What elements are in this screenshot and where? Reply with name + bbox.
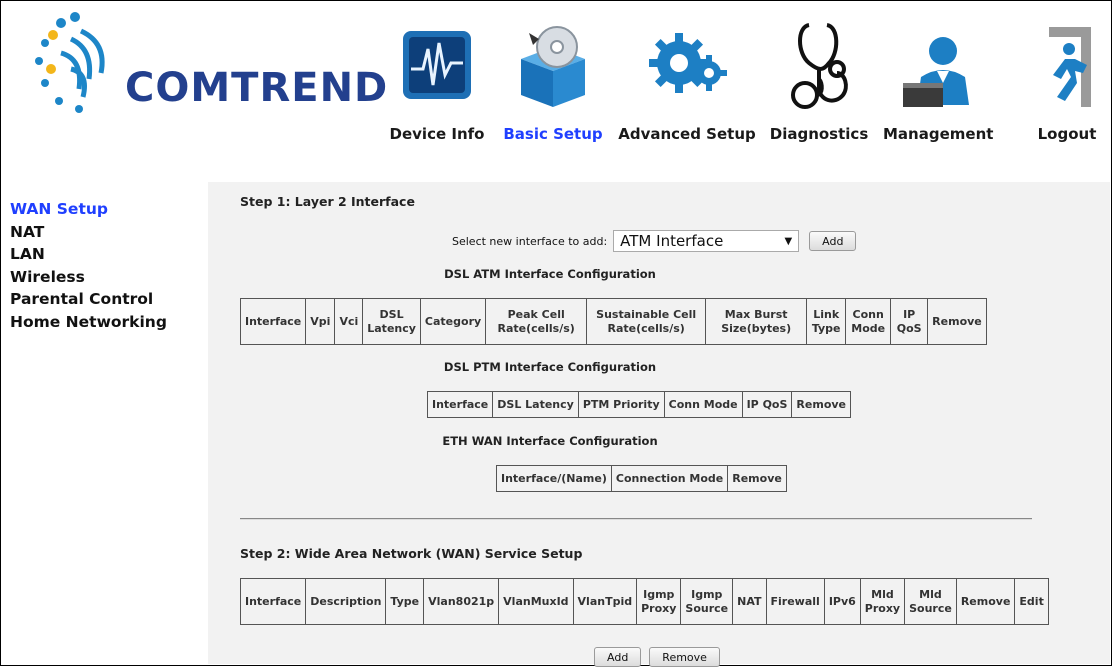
column-header: IP QoS <box>741 391 793 418</box>
nav-basic-setup[interactable]: Basic Setup <box>497 1 609 171</box>
advanced-setup-icon <box>647 13 727 113</box>
sidebar-item-nat[interactable]: NAT <box>10 221 205 244</box>
column-header: Vpi <box>305 298 336 345</box>
chevron-down-icon: ▼ <box>784 235 793 247</box>
column-header: Edit <box>1014 578 1049 625</box>
section-divider <box>240 518 1032 520</box>
sidebar-item-wireless[interactable]: Wireless <box>10 266 205 289</box>
header: COMTREND Device Info Basic Setup Advance… <box>1 1 1111 175</box>
column-header: Interface/(Name) <box>496 465 612 492</box>
nav-diagnostics[interactable]: Diagnostics <box>765 1 873 171</box>
nav-label: Basic Setup <box>503 125 603 143</box>
nav-label: Logout <box>1037 125 1097 143</box>
eth-interface-table: Interface/(Name) Connection Mode Remove <box>496 465 787 492</box>
nav-logout[interactable]: Logout <box>1025 1 1109 171</box>
column-header: Sustainable Cell Rate(cells/s) <box>586 298 707 345</box>
column-header: VlanMuxId <box>498 578 574 625</box>
device-info-icon <box>397 13 477 113</box>
management-icon <box>897 13 977 113</box>
step1-title: Step 1: Layer 2 Interface <box>240 194 415 209</box>
interface-type-select[interactable]: ATM Interface ▼ <box>613 230 800 252</box>
column-header: Igmp Proxy <box>636 578 682 625</box>
atm-interface-table: Interface Vpi Vci DSL Latency Category P… <box>239 298 987 345</box>
table-header-row: Interface DSL Latency PTM Priority Conn … <box>426 391 852 418</box>
column-header: Peak Cell Rate(cells/s) <box>485 298 588 345</box>
nav-management[interactable]: Management <box>883 1 994 171</box>
column-header: Link Type <box>806 298 847 345</box>
column-header: Remove <box>727 465 787 492</box>
column-header: Igmp Source <box>680 578 734 625</box>
column-header: Interface <box>426 391 494 418</box>
column-header: VlanTpid <box>572 578 638 625</box>
select-value: ATM Interface <box>620 232 724 250</box>
sidebar: WAN Setup NAT LAN Wireless Parental Cont… <box>10 198 205 333</box>
column-header: PTM Priority <box>577 391 665 418</box>
nav-label: Diagnostics <box>769 125 869 143</box>
column-header: DSL Latency <box>362 298 421 345</box>
column-header: IP QoS <box>890 298 929 345</box>
column-header: Remove <box>791 391 852 418</box>
nav-label: Advanced Setup <box>618 125 756 143</box>
sidebar-item-lan[interactable]: LAN <box>10 243 205 266</box>
column-header: IPv6 <box>823 578 861 625</box>
interface-select-row: Select new interface to add: ATM Interfa… <box>452 230 857 252</box>
add-service-button[interactable]: Add <box>594 647 642 667</box>
column-header: Vlan8021p <box>423 578 500 625</box>
diagnostics-icon <box>779 13 859 113</box>
column-header: Mld Source <box>904 578 957 625</box>
ptm-caption: DSL PTM Interface Configuration <box>443 360 657 374</box>
table-header-row: Interface Vpi Vci DSL Latency Category P… <box>239 298 987 345</box>
column-header: DSL Latency <box>492 391 579 418</box>
column-header: Type <box>385 578 425 625</box>
wan-service-table: Interface Description Type Vlan8021p Vla… <box>239 578 1049 625</box>
select-label: Select new interface to add: <box>452 234 608 248</box>
basic-setup-icon <box>513 13 593 113</box>
column-header: Remove <box>927 298 987 345</box>
column-header: Max Burst Size(bytes) <box>705 298 808 345</box>
table-header-row: Interface/(Name) Connection Mode Remove <box>496 465 787 492</box>
atm-caption: DSL ATM Interface Configuration <box>444 267 656 281</box>
column-header: Mld Proxy <box>859 578 906 625</box>
column-header: Conn Mode <box>663 391 743 418</box>
brand-name: COMTREND <box>125 65 389 111</box>
column-header: Conn Mode <box>845 298 892 345</box>
nav-label: Device Info <box>389 125 485 143</box>
column-header: Interface <box>239 298 307 345</box>
column-header: Firewall <box>765 578 825 625</box>
add-interface-button[interactable]: Add <box>809 231 857 251</box>
column-header: Vci <box>334 298 364 345</box>
column-header: Connection Mode <box>610 465 729 492</box>
column-header: Category <box>419 298 487 345</box>
logout-icon <box>1027 13 1107 113</box>
sidebar-item-home-networking[interactable]: Home Networking <box>10 311 205 334</box>
column-header: Remove <box>955 578 1016 625</box>
column-header: Description <box>305 578 387 625</box>
nav-label: Management <box>883 125 994 143</box>
ptm-interface-table: Interface DSL Latency PTM Priority Conn … <box>426 391 852 418</box>
wan-actions: Add Remove <box>594 647 720 667</box>
remove-service-button[interactable]: Remove <box>649 647 720 667</box>
nav-advanced-setup[interactable]: Advanced Setup <box>614 1 760 171</box>
sidebar-item-parental-control[interactable]: Parental Control <box>10 288 205 311</box>
table-header-row: Interface Description Type Vlan8021p Vla… <box>239 578 1049 625</box>
column-header: Interface <box>239 578 307 625</box>
nav-device-info[interactable]: Device Info <box>385 1 489 171</box>
step2-title: Step 2: Wide Area Network (WAN) Service … <box>240 546 583 561</box>
eth-caption: ETH WAN Interface Configuration <box>442 434 658 448</box>
sidebar-item-wan-setup[interactable]: WAN Setup <box>10 198 205 221</box>
column-header: NAT <box>732 578 767 625</box>
